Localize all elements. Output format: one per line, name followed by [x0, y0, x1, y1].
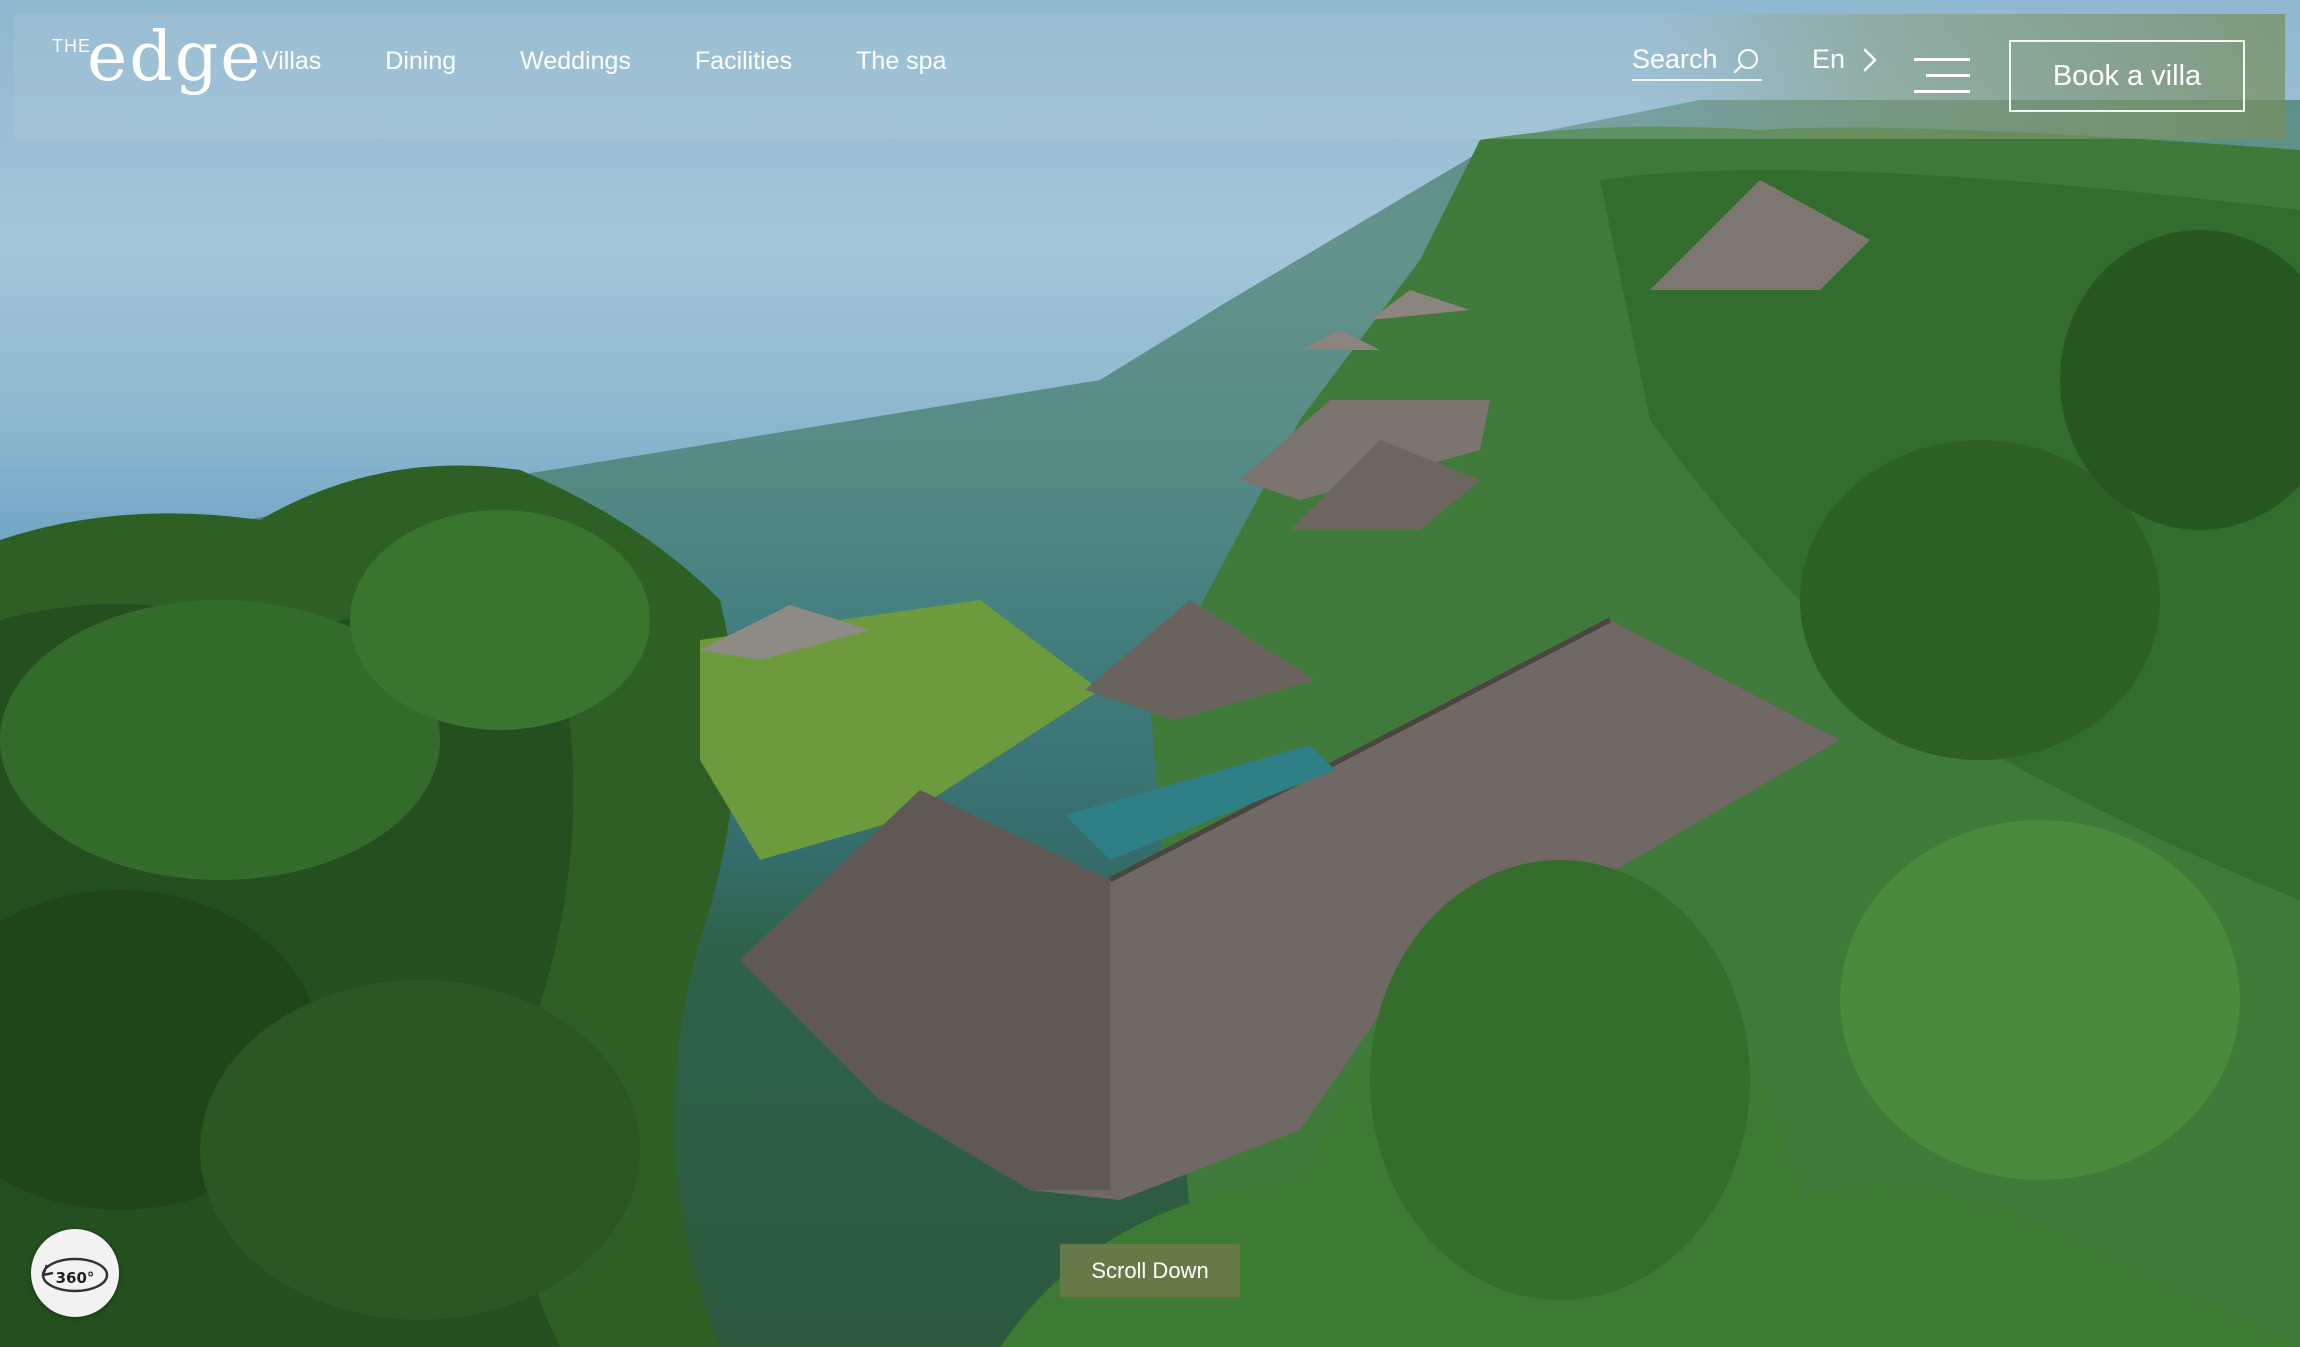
- nav-item-villas[interactable]: Villas: [262, 47, 321, 76]
- chevron-right-icon: [1863, 48, 1877, 71]
- nav-item-dining[interactable]: Dining: [385, 47, 456, 76]
- main-nav: Villas Dining Weddings Facilities The sp…: [262, 47, 1010, 76]
- resort-aerial-scene: [0, 100, 2300, 1347]
- nav-item-weddings[interactable]: Weddings: [520, 47, 631, 76]
- logo-prefix: THE: [52, 36, 91, 56]
- language-label: En: [1812, 44, 1846, 74]
- hamburger-menu-icon[interactable]: [1914, 58, 1970, 94]
- scroll-down-button[interactable]: Scroll Down: [1060, 1244, 1240, 1297]
- search-field[interactable]: Search: [1632, 44, 1762, 81]
- view-360-button[interactable]: 360°: [31, 1229, 119, 1317]
- nav-item-facilities[interactable]: Facilities: [695, 47, 792, 76]
- search-label: Search: [1632, 44, 1718, 74]
- nav-item-spa[interactable]: The spa: [856, 47, 946, 76]
- logo-wordmark: edge: [87, 18, 263, 97]
- search-icon[interactable]: [1732, 47, 1762, 77]
- book-villa-button[interactable]: Book a villa: [2009, 40, 2245, 112]
- hero-video-background: [0, 0, 2300, 1347]
- language-selector[interactable]: En: [1812, 44, 1879, 75]
- view-360-label: 360°: [55, 1269, 95, 1287]
